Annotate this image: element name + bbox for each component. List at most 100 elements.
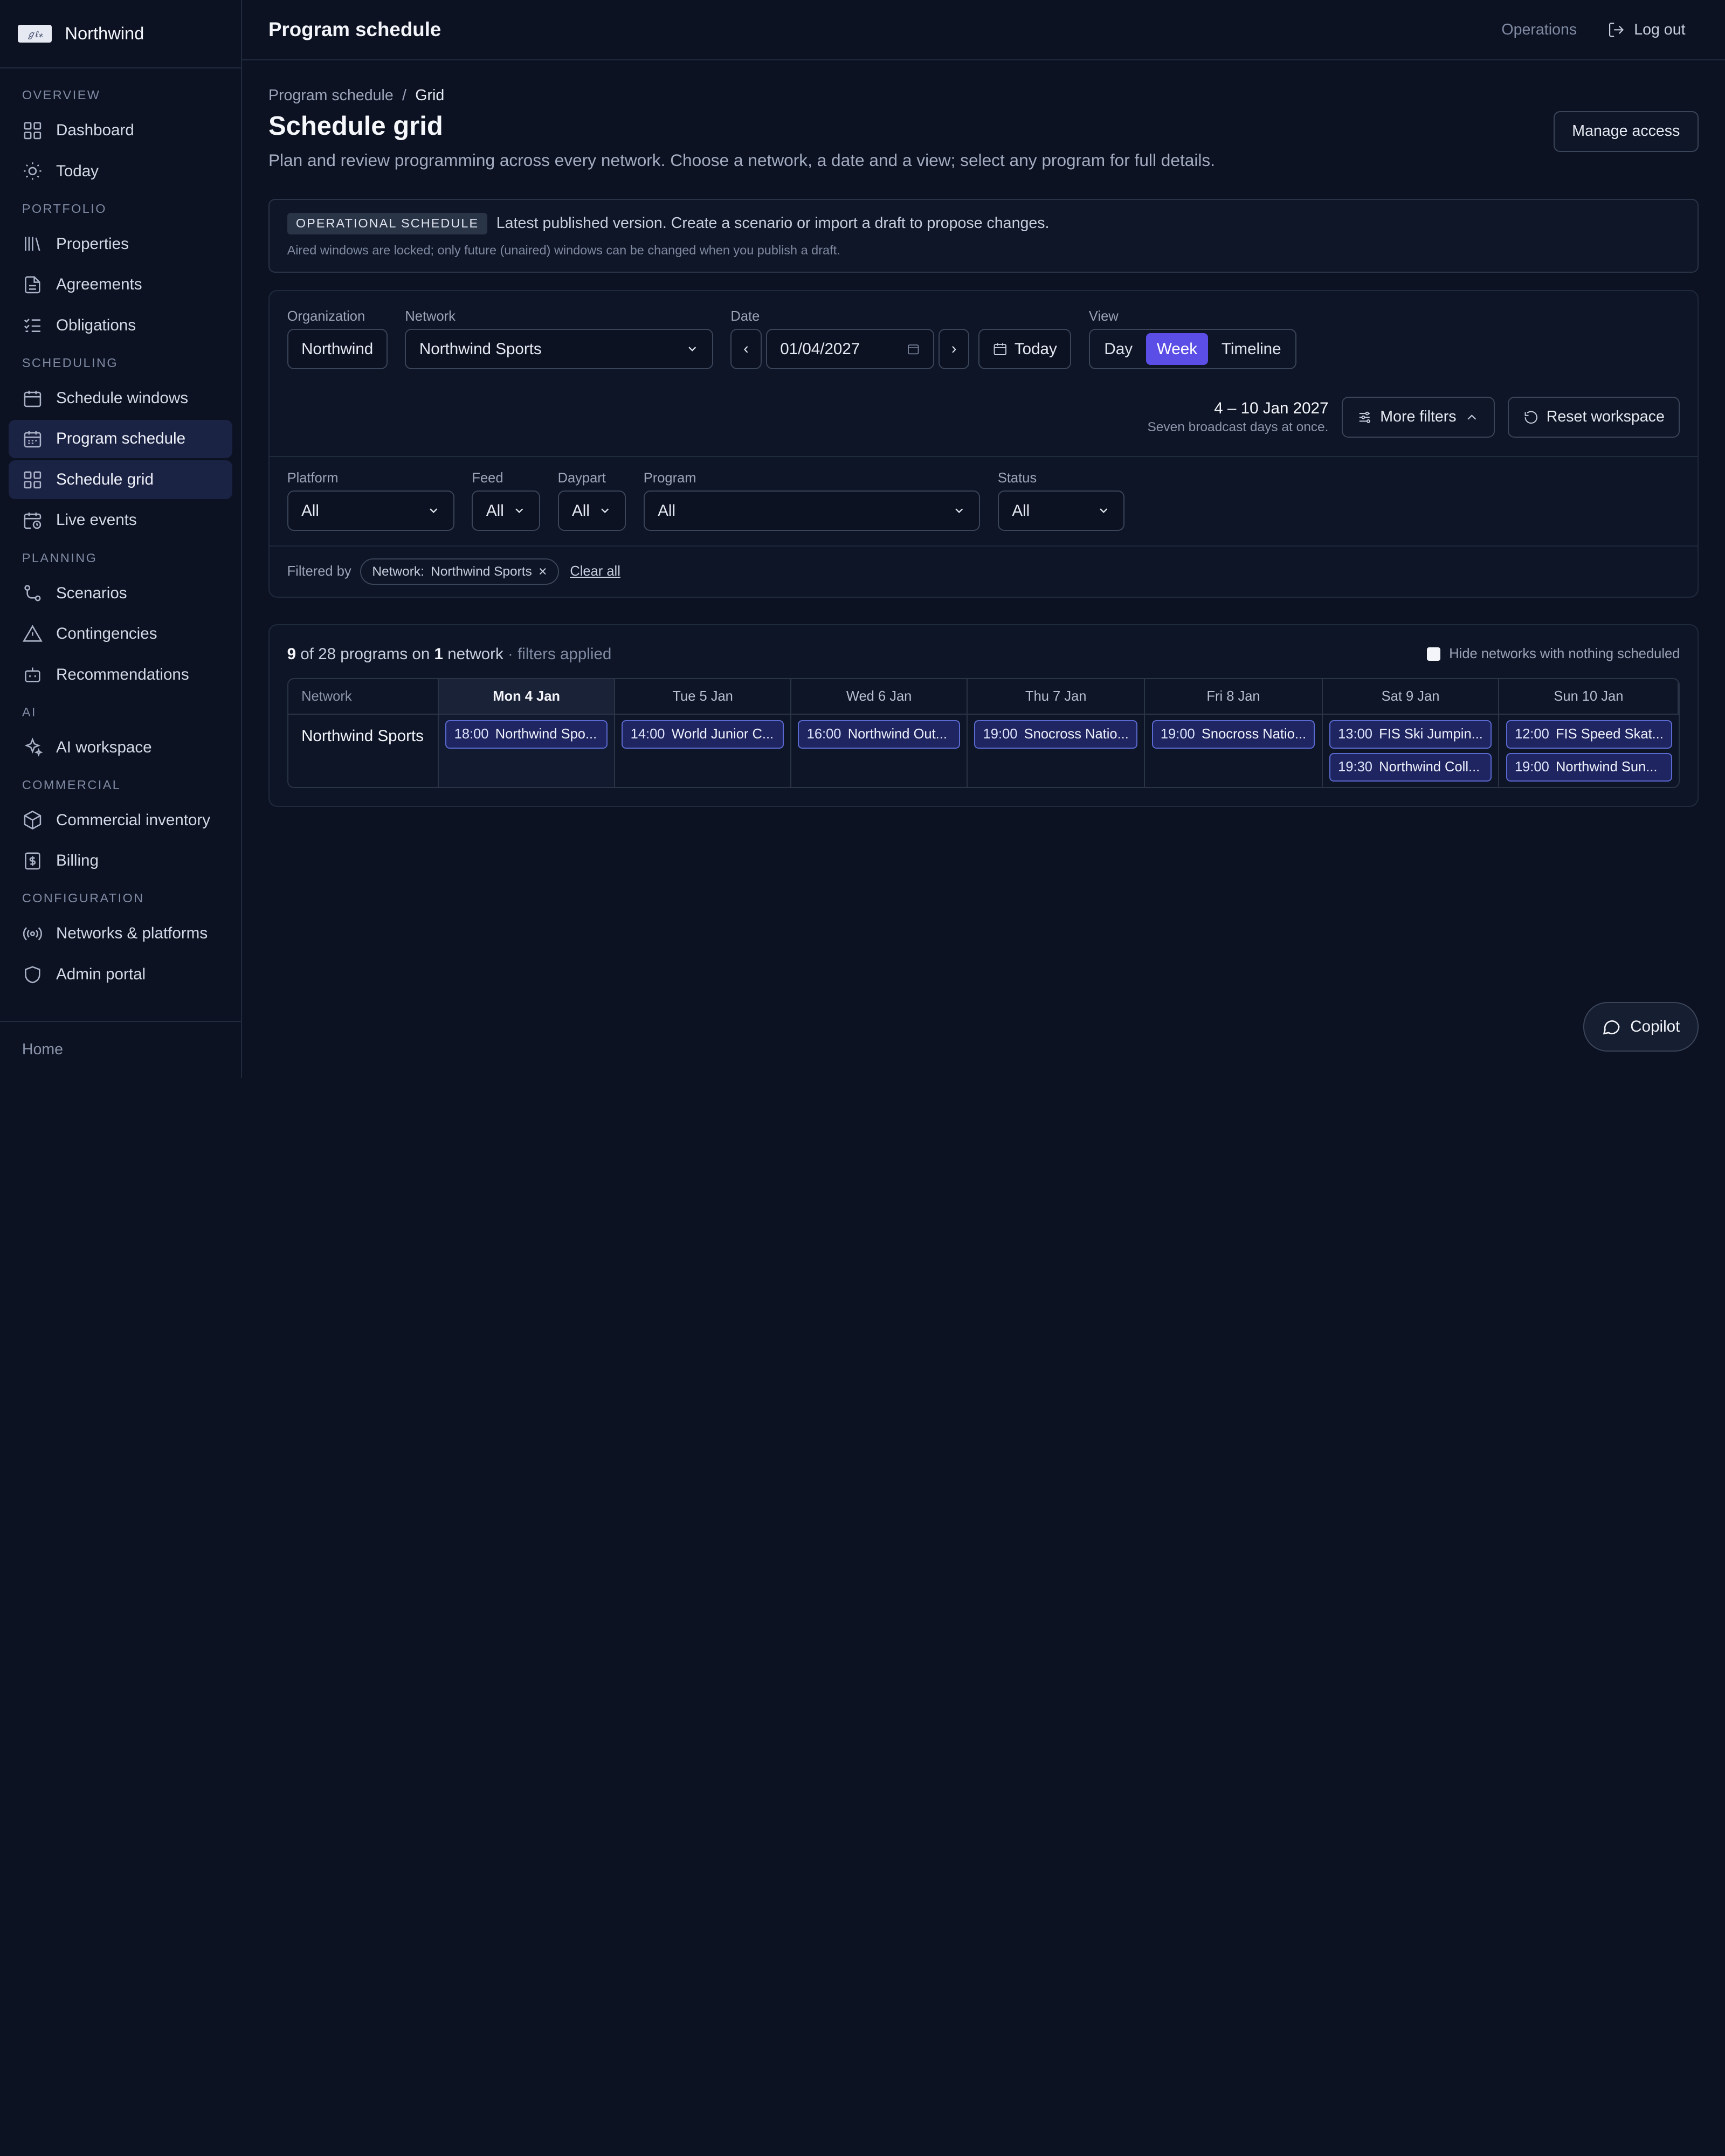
program-time: 19:00 — [1514, 759, 1549, 775]
sidebar-item-agreements[interactable]: Agreements — [9, 266, 232, 304]
more-filters-button[interactable]: More filters — [1341, 397, 1495, 438]
calendar-clock-icon — [24, 512, 42, 529]
program-block[interactable]: 19:30 Northwind Coll... — [1329, 753, 1492, 782]
reset-workspace-button[interactable]: Reset workspace — [1508, 397, 1680, 438]
manage-access-button[interactable]: Manage access — [1553, 111, 1699, 152]
logout-button[interactable]: Log out — [1607, 21, 1686, 39]
copilot-button[interactable]: Copilot — [1583, 1002, 1699, 1052]
filters-applied-text: · filters applied — [508, 645, 612, 663]
sidebar-footer-home[interactable]: Home — [0, 1020, 241, 1078]
program-name: World Junior C... — [671, 726, 774, 742]
sidebar-item-schedule-grid[interactable]: Schedule grid — [9, 460, 232, 499]
sidebar-item-schedule-windows[interactable]: Schedule windows — [9, 379, 232, 417]
view-label: View — [1088, 308, 1119, 324]
feed-select[interactable]: All — [472, 490, 540, 531]
page-title: Schedule grid — [268, 112, 443, 141]
sidebar-item-today[interactable]: Today — [9, 152, 232, 190]
date-input[interactable]: 01/04/2027 — [765, 328, 934, 370]
daypart-select[interactable]: All — [557, 490, 626, 531]
page-description: Plan and review programming across every… — [268, 150, 1215, 170]
sparkles-icon — [24, 737, 43, 757]
next-date-button[interactable]: › — [939, 328, 970, 370]
sidebar-item-commercial-inventory[interactable]: Commercial inventory — [9, 801, 232, 839]
sidebar-item-dashboard[interactable]: Dashboard — [9, 112, 232, 150]
brand[interactable]: ℊℓ⁎ Northwind — [0, 0, 241, 68]
sidebar-item-scenarios[interactable]: Scenarios — [9, 574, 232, 612]
program-time: 19:30 — [1338, 759, 1372, 775]
operations-link[interactable]: Operations — [1501, 21, 1577, 39]
breadcrumb-parent[interactable]: Program schedule — [268, 87, 394, 105]
brand-name: Northwind — [65, 23, 144, 44]
breadcrumb: Program schedule / Grid — [268, 87, 1699, 105]
organization-select[interactable]: Northwind — [287, 328, 388, 370]
close-icon[interactable]: × — [539, 563, 547, 580]
sidebar-item-label: Billing — [56, 852, 99, 870]
program-block[interactable]: 13:00 FIS Ski Jumpin... — [1329, 720, 1492, 749]
warning-icon — [22, 625, 43, 642]
sidebar-item-contingencies[interactable]: Contingencies — [9, 614, 232, 653]
sidebar-item-label: Recommendations — [56, 665, 189, 683]
chevron-up-icon — [1467, 414, 1476, 420]
total-text: of 28 programs on — [300, 645, 430, 663]
platform-label: Platform — [287, 470, 339, 486]
topbar: Program schedule Operations Log out — [242, 0, 1725, 61]
hide-empty-checkbox[interactable] — [1427, 647, 1440, 661]
copilot-label: Copilot — [1630, 1018, 1680, 1036]
platform-field: Platform All — [287, 471, 454, 531]
program-block[interactable]: 19:00 Northwind Sun... — [1506, 753, 1673, 782]
grid-day-cell: 13:00 FIS Ski Jumpin... 19:30 Northwind Col… — [1323, 714, 1500, 787]
breadcrumb-current: Grid — [415, 87, 445, 105]
banner-subtext: Aired windows are locked; only future (u… — [287, 243, 840, 257]
program-time: 12:00 — [1514, 726, 1549, 742]
sidebar-item-label: Dashboard — [56, 121, 134, 140]
bot-icon — [24, 667, 40, 682]
grid-network-cell: Northwind Sports — [288, 714, 439, 787]
grid-day-cell: 19:00 Snocross Natio... — [968, 714, 1146, 787]
sidebar-item-ai-workspace[interactable]: AI workspace — [9, 728, 232, 766]
view-option-day[interactable]: Day — [1093, 333, 1143, 365]
sun-icon — [24, 162, 42, 180]
filtered-by-label: Filtered by — [287, 564, 351, 579]
dollar-icon — [24, 852, 40, 870]
sidebar-item-live-events[interactable]: Live events — [9, 501, 232, 540]
reset-icon — [1524, 411, 1537, 424]
status-select-value: All — [1012, 501, 1030, 520]
today-button[interactable]: Today — [978, 328, 1072, 370]
platform-select[interactable]: All — [287, 490, 454, 531]
results-panel: 9 of 28 programs on 1 network · filters … — [268, 624, 1699, 807]
calendar-icon — [24, 390, 42, 407]
view-option-timeline[interactable]: Timeline — [1210, 333, 1292, 365]
sidebar-item-admin-portal[interactable]: Admin portal — [9, 955, 232, 993]
sidebar-item-obligations[interactable]: Obligations — [9, 306, 232, 344]
network-filter-chip[interactable]: Network: Northwind Sports × — [360, 558, 559, 585]
program-block[interactable]: 19:00 Snocross Natio... — [1151, 720, 1315, 749]
daypart-select-value: All — [572, 501, 590, 520]
program-name: Snocross Natio... — [1201, 726, 1307, 742]
program-block[interactable]: 12:00 FIS Speed Skat... — [1506, 720, 1673, 749]
sidebar-item-recommendations[interactable]: Recommendations — [9, 655, 232, 694]
network-select[interactable]: Northwind Sports — [405, 328, 713, 370]
network-label: Network — [405, 308, 456, 324]
view-option-week[interactable]: Week — [1146, 333, 1209, 365]
active-filters: Filtered by Network: Northwind Sports × … — [270, 547, 1698, 597]
brand-logo: ℊℓ⁎ — [17, 24, 52, 43]
program-name: FIS Speed Skat... — [1555, 726, 1664, 742]
sidebar-item-program-schedule[interactable]: Program schedule — [9, 419, 232, 459]
program-block[interactable]: 16:00 Northwind Out... — [798, 720, 960, 749]
grid-header-day: Thu 7 Jan — [968, 679, 1146, 715]
hide-empty-networks-toggle[interactable]: Hide networks with nothing scheduled — [1427, 646, 1680, 662]
program-block[interactable]: 18:00 Northwind Spo... — [445, 720, 608, 749]
status-select[interactable]: All — [997, 490, 1124, 531]
platform-select-value: All — [301, 501, 319, 520]
program-block[interactable]: 14:00 World Junior C... — [622, 720, 784, 749]
page-content: Program schedule / Grid Schedule grid Pl… — [242, 60, 1725, 807]
clear-all-link[interactable]: Clear all — [570, 564, 620, 579]
program-select[interactable]: All — [643, 490, 981, 531]
sidebar-item-label: Schedule grid — [56, 470, 154, 488]
program-block[interactable]: 19:00 Snocross Natio... — [974, 720, 1138, 749]
previous-date-button[interactable]: ‹ — [730, 328, 762, 370]
sidebar-item-label: Commercial inventory — [56, 811, 211, 829]
sidebar-item-properties[interactable]: Properties — [9, 225, 232, 263]
sidebar-item-billing[interactable]: Billing — [9, 842, 232, 880]
sidebar-item-networks-and-platforms[interactable]: Networks & platforms — [9, 915, 232, 953]
